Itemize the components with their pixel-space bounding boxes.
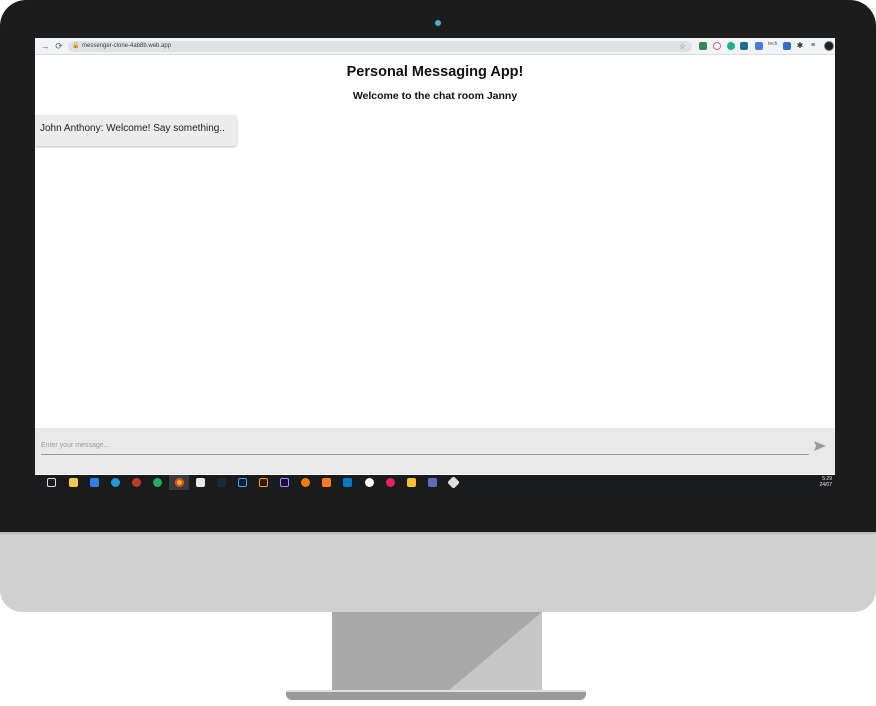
monitor-chin [0, 532, 876, 612]
xampp-icon[interactable] [322, 478, 331, 487]
clock-date: 24/07 [819, 482, 832, 488]
app-icon[interactable] [365, 478, 374, 487]
extension-icon[interactable] [699, 42, 707, 50]
send-icon[interactable] [813, 440, 827, 452]
mail-icon[interactable] [90, 478, 99, 487]
premiere-icon[interactable] [280, 478, 289, 487]
extension-text[interactable]: tech [768, 41, 777, 47]
vscode-icon[interactable] [343, 478, 352, 487]
page-subtitle: Welcome to the chat room Janny [352, 90, 518, 102]
message-input[interactable] [41, 436, 809, 455]
browser-toolbar: → ⟳ 🔒 messenger-clone-4ab8b.web.app ☆ te… [35, 38, 835, 55]
extension-icon[interactable] [755, 42, 763, 50]
extension-icon[interactable] [783, 42, 791, 50]
monitor-base [286, 692, 586, 700]
photoshop-icon[interactable] [238, 478, 247, 487]
url-text: messenger-clone-4ab8b.web.app [82, 43, 172, 49]
edge-icon[interactable] [111, 478, 120, 487]
message-card: John Anthony: Welcome! Say something.. [35, 115, 237, 146]
task-view-icon[interactable] [47, 478, 56, 487]
file-explorer-icon[interactable] [69, 478, 78, 487]
app-icon[interactable] [153, 478, 162, 487]
page-title: Personal Messaging App! [346, 64, 524, 80]
app-icon[interactable] [132, 478, 141, 487]
app-icon[interactable] [386, 478, 395, 487]
message-text: John Anthony: Welcome! Say something.. [40, 123, 225, 134]
extension-icon[interactable] [713, 42, 721, 50]
app-icon[interactable] [428, 478, 437, 487]
lock-icon: 🔒 [72, 43, 80, 49]
taskbar: 5:29 24/07 [35, 475, 835, 490]
app-icon[interactable] [196, 478, 205, 487]
extension-icon[interactable] [727, 42, 735, 50]
chrome-icon[interactable] [175, 478, 184, 487]
profile-avatar[interactable] [824, 41, 834, 51]
reload-icon[interactable]: ⟳ [53, 40, 65, 52]
webcam-icon [434, 19, 442, 27]
extension-icon[interactable] [740, 42, 748, 50]
app-icon[interactable] [447, 476, 460, 489]
message-composer [35, 428, 835, 474]
address-bar[interactable]: 🔒 messenger-clone-4ab8b.web.app ☆ [68, 41, 692, 52]
app-icon[interactable] [301, 478, 310, 487]
taskbar-clock[interactable]: 5:29 24/07 [819, 476, 832, 488]
illustrator-icon[interactable] [259, 478, 268, 487]
puzzle-extensions-icon[interactable]: ✱ [796, 42, 804, 50]
steam-icon[interactable] [217, 478, 226, 487]
screen: → ⟳ 🔒 messenger-clone-4ab8b.web.app ☆ te… [35, 38, 835, 490]
forward-arrow-icon[interactable]: → [39, 40, 51, 52]
menu-icon[interactable]: ≡ [809, 42, 817, 50]
bookmark-star-icon[interactable]: ☆ [679, 41, 686, 52]
sticky-notes-icon[interactable] [407, 478, 416, 487]
